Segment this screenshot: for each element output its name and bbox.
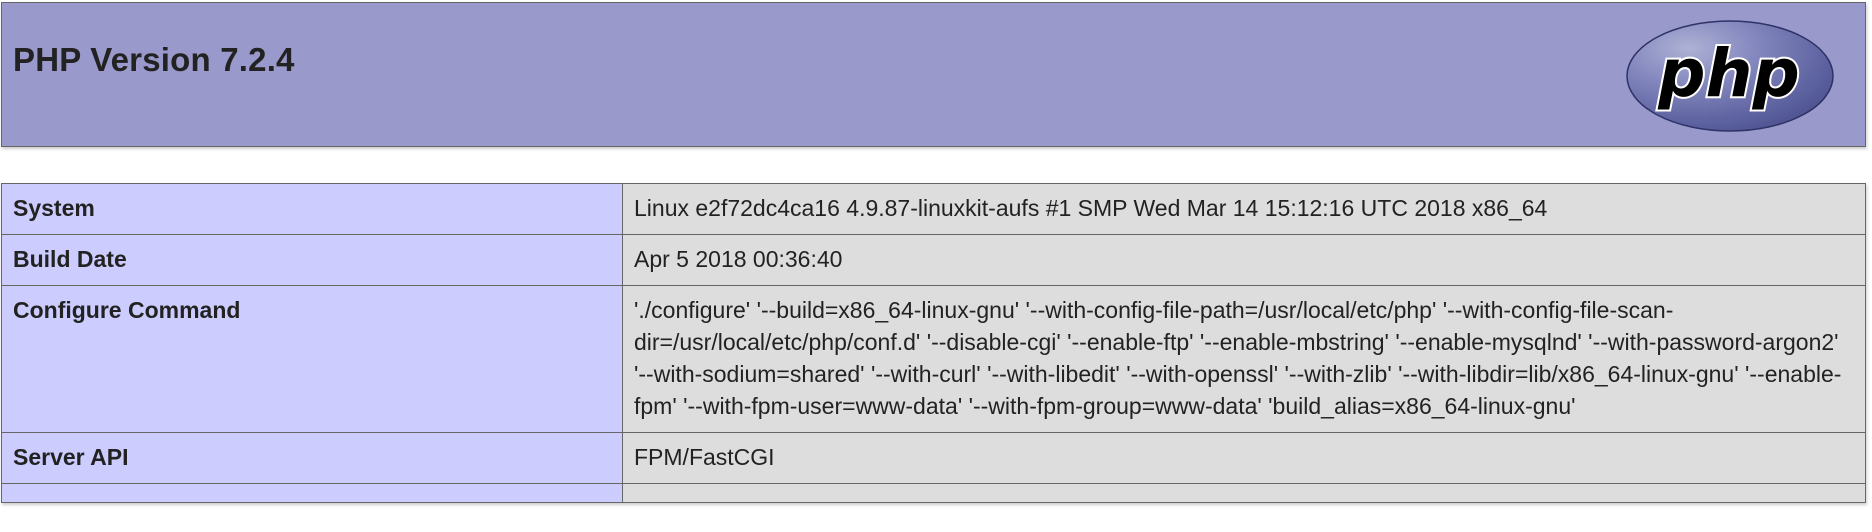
php-logo-text: php [1657, 35, 1799, 112]
row-label: Build Date [1, 234, 623, 286]
table-row: Server API FPM/FastCGI [1, 432, 1866, 484]
php-version-header: PHP Version 7.2.4 php php [1, 2, 1866, 147]
table-row: System Linux e2f72dc4ca16 4.9.87-linuxki… [1, 183, 1866, 235]
row-value: Linux e2f72dc4ca16 4.9.87-linuxkit-aufs … [622, 183, 1866, 235]
row-label: System [1, 183, 623, 235]
row-value: './configure' '--build=x86_64-linux-gnu'… [622, 285, 1866, 433]
table-row: Configure Command './configure' '--build… [1, 285, 1866, 433]
row-label: Configure Command [1, 285, 623, 433]
row-label: Server API [1, 432, 623, 484]
row-value [622, 483, 1866, 503]
row-value: FPM/FastCGI [622, 432, 1866, 484]
row-value: Apr 5 2018 00:36:40 [622, 234, 1866, 286]
php-info-table: System Linux e2f72dc4ca16 4.9.87-linuxki… [1, 183, 1866, 503]
table-row [1, 483, 1866, 503]
table-row: Build Date Apr 5 2018 00:36:40 [1, 234, 1866, 286]
row-label [1, 483, 623, 503]
php-logo-icon[interactable]: php php [1625, 19, 1835, 133]
page-title: PHP Version 7.2.4 [13, 41, 295, 78]
